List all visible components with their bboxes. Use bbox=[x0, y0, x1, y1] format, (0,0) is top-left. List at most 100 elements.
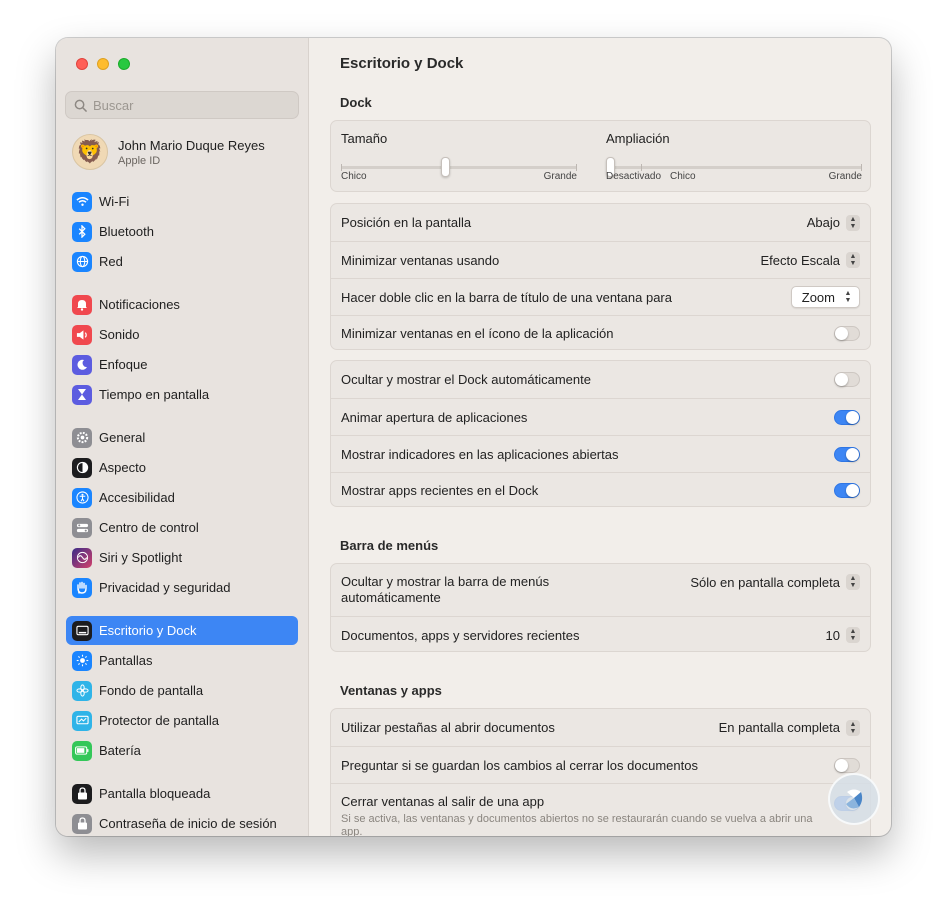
sidebar-item-bluetooth[interactable]: Bluetooth bbox=[66, 217, 298, 246]
minimize-window-button[interactable] bbox=[97, 58, 109, 70]
sidebar-item-bateria[interactable]: Batería bbox=[66, 736, 298, 765]
gear-icon bbox=[72, 427, 92, 448]
sidebar-item-contrasena-de-inicio-de-sesion[interactable]: Contraseña de inicio de sesión bbox=[66, 809, 298, 836]
window-controls bbox=[76, 58, 130, 70]
hand-icon bbox=[72, 577, 92, 598]
indicators-toggle[interactable] bbox=[834, 446, 860, 462]
battery-icon bbox=[72, 740, 92, 761]
sidebar-item-label: Red bbox=[99, 254, 123, 269]
section-title-menu-bar: Barra de menús bbox=[340, 538, 439, 553]
sidebar-item-red[interactable]: Red bbox=[66, 247, 298, 276]
size-max-label: Grande bbox=[543, 171, 577, 182]
lock-icon bbox=[72, 813, 92, 834]
sidebar-item-label: Accesibilidad bbox=[99, 490, 175, 505]
position-label: Posición en la pantalla bbox=[341, 215, 472, 230]
sidebar-item-aspecto[interactable]: Aspecto bbox=[66, 453, 298, 482]
dock-icon bbox=[72, 620, 92, 641]
sidebar-item-label: Sonido bbox=[99, 327, 140, 342]
tabs-popup[interactable]: En pantalla completa ▲ ▼ bbox=[719, 719, 860, 736]
search-icon bbox=[74, 99, 87, 112]
autohide-dock-toggle[interactable] bbox=[834, 372, 860, 387]
close-windows-label: Cerrar ventanas al salir de una app bbox=[341, 794, 545, 809]
page-title: Escritorio y Dock bbox=[340, 55, 464, 72]
hourglass-icon bbox=[72, 384, 92, 405]
sidebar-item-fondo-de-pantalla[interactable]: Fondo de pantalla bbox=[66, 676, 298, 705]
magnification-slider-group: Ampliación Desactivado Chico Grande bbox=[606, 131, 862, 191]
sun-icon bbox=[72, 650, 92, 671]
size-slider[interactable] bbox=[341, 157, 577, 177]
recent-documents-label: Documentos, apps y servidores recientes bbox=[341, 627, 580, 643]
chevron-updown-icon: ▲ ▼ bbox=[846, 214, 860, 231]
sidebar-item-notificaciones[interactable]: Notificaciones bbox=[66, 290, 298, 319]
menubar-autohide-popup[interactable]: Sólo en pantalla completa ▲ ▼ bbox=[690, 574, 860, 590]
sidebar-item-label: Escritorio y Dock bbox=[99, 623, 197, 638]
size-slider-group: Tamaño Chico Grande bbox=[341, 131, 577, 191]
ask-save-label: Preguntar si se guardan los cambios al c… bbox=[341, 757, 698, 773]
control-center-icon bbox=[72, 517, 92, 538]
sidebar-item-label: Privacidad y seguridad bbox=[99, 580, 231, 595]
size-slider-thumb[interactable] bbox=[440, 157, 450, 177]
sidebar-item-label: Batería bbox=[99, 743, 141, 758]
menubar-autohide-row: Ocultar y mostrar la barra de menús auto… bbox=[331, 564, 870, 616]
globe-icon bbox=[72, 251, 92, 272]
chevron-updown-icon: ▲ ▼ bbox=[846, 574, 860, 590]
sidebar-item-protector-de-pantalla[interactable]: Protector de pantalla bbox=[66, 706, 298, 735]
ask-save-toggle[interactable] bbox=[834, 757, 860, 773]
windows-apps-card: Utilizar pestañas al abrir documentos En… bbox=[330, 708, 871, 836]
section-title-windows-apps: Ventanas y apps bbox=[340, 683, 442, 698]
recent-documents-row: Documentos, apps y servidores recientes … bbox=[331, 616, 870, 653]
autohide-dock-label: Ocultar y mostrar el Dock automáticament… bbox=[341, 372, 591, 387]
apple-id-profile[interactable]: 🦁 John Mario Duque Reyes Apple ID bbox=[72, 134, 265, 170]
sidebar-item-label: Pantalla bloqueada bbox=[99, 786, 211, 801]
sidebar-item-wifi[interactable]: Wi-Fi bbox=[66, 187, 298, 216]
sidebar-item-tiempo-en-pantalla[interactable]: Tiempo en pantalla bbox=[66, 380, 298, 409]
recent-documents-popup[interactable]: 10 ▲ ▼ bbox=[826, 627, 860, 643]
settings-window: 🦁 John Mario Duque Reyes Apple ID Wi-Fi … bbox=[56, 38, 891, 836]
sidebar-item-label: General bbox=[99, 430, 146, 445]
watermark-icon bbox=[846, 789, 863, 809]
animate-apps-label: Animar apertura de aplicaciones bbox=[341, 409, 528, 425]
recent-apps-label: Mostrar apps recientes en el Dock bbox=[341, 483, 539, 498]
sidebar-item-privacidad-y-seguridad[interactable]: Privacidad y seguridad bbox=[66, 573, 298, 602]
recent-apps-row: Mostrar apps recientes en el Dock bbox=[331, 472, 870, 508]
close-windows-description: Si se activa, las ventanas y documentos … bbox=[341, 813, 813, 836]
appearance-icon bbox=[72, 457, 92, 478]
avatar: 🦁 bbox=[72, 134, 108, 170]
menubar-autohide-label: Ocultar y mostrar la barra de menús auto… bbox=[341, 574, 550, 605]
lock-icon bbox=[72, 783, 92, 804]
position-popup[interactable]: Abajo ▲ ▼ bbox=[807, 214, 860, 231]
close-window-button[interactable] bbox=[76, 58, 88, 70]
sidebar-item-enfoque[interactable]: Enfoque bbox=[66, 350, 298, 379]
zoom-window-button[interactable] bbox=[118, 58, 130, 70]
sidebar-item-pantallas[interactable]: Pantallas bbox=[66, 646, 298, 675]
minimize-to-icon-toggle[interactable] bbox=[834, 326, 860, 341]
sidebar-item-label: Protector de pantalla bbox=[99, 713, 219, 728]
accessibility-icon bbox=[72, 487, 92, 508]
sidebar-item-escritorio-y-dock[interactable]: Escritorio y Dock bbox=[66, 616, 298, 645]
magnification-mid-label: Chico bbox=[670, 171, 696, 182]
sidebar-item-label: Tiempo en pantalla bbox=[99, 387, 210, 402]
sidebar-item-accesibilidad[interactable]: Accesibilidad bbox=[66, 483, 298, 512]
double-click-popup[interactable]: Zoom ▲ ▼ bbox=[790, 286, 860, 308]
sidebar-item-centro-de-control[interactable]: Centro de control bbox=[66, 513, 298, 542]
search-input[interactable] bbox=[93, 97, 283, 113]
chevron-updown-icon: ▲ ▼ bbox=[844, 290, 852, 304]
sidebar-item-label: Aspecto bbox=[99, 460, 146, 475]
recent-apps-toggle[interactable] bbox=[834, 483, 860, 498]
sidebar-item-sonido[interactable]: Sonido bbox=[66, 320, 298, 349]
sidebar-item-label: Siri y Spotlight bbox=[99, 550, 183, 565]
close-windows-row: Cerrar ventanas al salir de una app Si s… bbox=[331, 783, 870, 836]
screensaver-icon bbox=[72, 710, 92, 731]
sidebar-item-label: Contraseña de inicio de sesión bbox=[99, 816, 277, 831]
sidebar-item-siri-y-spotlight[interactable]: Siri y Spotlight bbox=[66, 543, 298, 572]
minimize-effect-popup[interactable]: Efecto Escala ▲ ▼ bbox=[761, 252, 860, 268]
tabs-label: Utilizar pestañas al abrir documentos bbox=[341, 720, 555, 735]
dock-behavior-card: Posición en la pantalla Abajo ▲ ▼ Minimiz… bbox=[330, 203, 871, 350]
tabs-row: Utilizar pestañas al abrir documentos En… bbox=[331, 709, 870, 746]
animate-apps-toggle[interactable] bbox=[834, 409, 860, 425]
animate-apps-row: Animar apertura de aplicaciones bbox=[331, 398, 870, 435]
sidebar-item-general[interactable]: General bbox=[66, 423, 298, 452]
sidebar-item-pantalla-bloqueada[interactable]: Pantalla bloqueada bbox=[66, 779, 298, 808]
speaker-icon bbox=[72, 324, 92, 345]
search-field[interactable] bbox=[65, 91, 299, 119]
